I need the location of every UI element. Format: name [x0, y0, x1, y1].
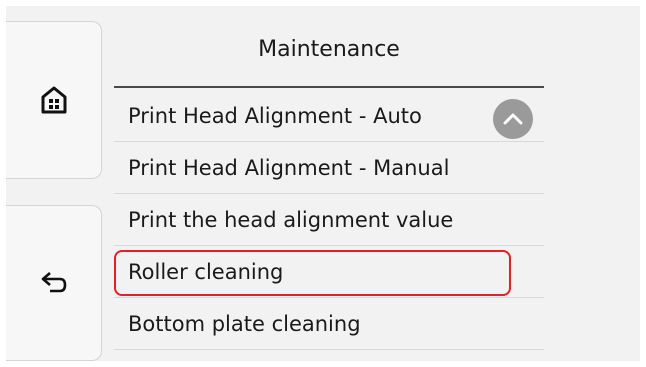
menu-item-bottom-plate-cleaning[interactable]: Bottom plate cleaning: [114, 298, 544, 350]
menu-item-label: Roller cleaning: [128, 260, 284, 284]
printer-touch-screen: Maintenance Print Head Alignment - Auto …: [6, 6, 640, 361]
screen-title: Maintenance: [258, 37, 400, 62]
menu-item-print-head-alignment-value[interactable]: Print the head alignment value: [114, 194, 544, 246]
maintenance-menu-list: Print Head Alignment - Auto Print Head A…: [114, 90, 544, 350]
back-arrow-icon: [41, 272, 66, 293]
home-button[interactable]: [6, 21, 102, 179]
menu-item-label: Bottom plate cleaning: [128, 312, 361, 336]
menu-item-label: Print Head Alignment - Manual: [128, 156, 450, 180]
back-button[interactable]: [6, 205, 102, 361]
home-icon: [41, 86, 66, 114]
title-divider: [114, 86, 544, 88]
menu-item-label: Print the head alignment value: [128, 208, 454, 232]
scroll-up-button[interactable]: [493, 99, 533, 139]
menu-item-print-head-alignment-manual[interactable]: Print Head Alignment - Manual: [114, 142, 544, 194]
menu-item-print-head-alignment-auto[interactable]: Print Head Alignment - Auto: [114, 90, 544, 142]
menu-item-label: Print Head Alignment - Auto: [128, 104, 422, 128]
chevron-up-icon: [503, 113, 523, 125]
menu-item-roller-cleaning[interactable]: Roller cleaning: [114, 246, 544, 298]
